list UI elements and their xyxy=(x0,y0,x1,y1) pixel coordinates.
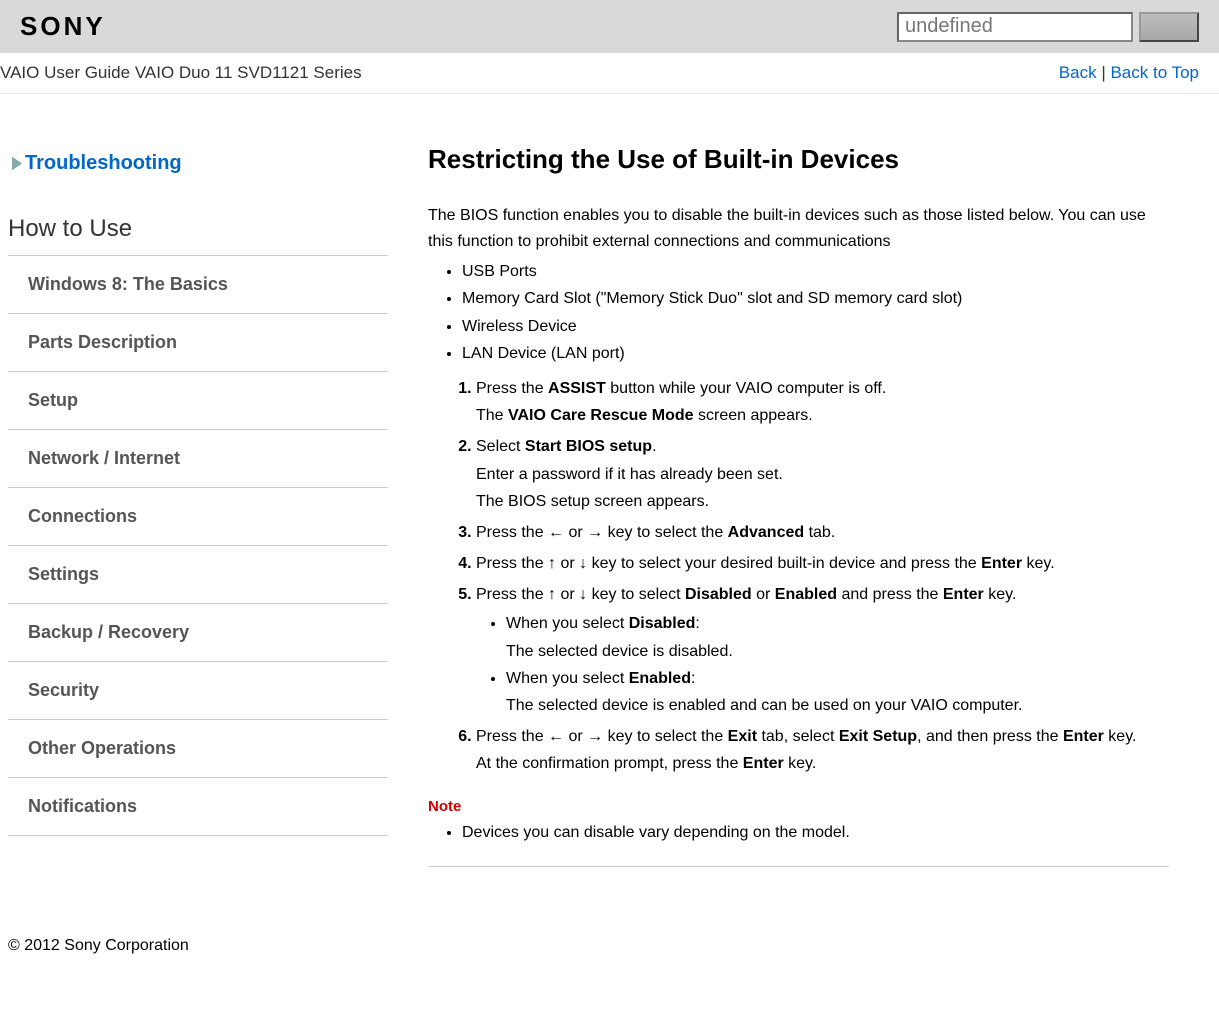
page-nav-links: Back | Back to Top xyxy=(1059,63,1199,83)
arrow-left-icon: ← xyxy=(548,524,564,541)
step-1: Press the ASSIST button while your VAIO … xyxy=(476,375,1169,429)
page-title: Restricting the Use of Built-in Devices xyxy=(428,144,1169,175)
device-item: Wireless Device xyxy=(462,313,1169,340)
sidebar-item-security[interactable]: Security xyxy=(8,662,388,719)
arrow-right-icon: → xyxy=(587,524,603,541)
breadcrumb-model: VAIO Duo 11 SVD1121 Series xyxy=(135,63,362,82)
sidebar: Troubleshooting How to Use Windows 8: Th… xyxy=(8,134,388,907)
sidebar-item-windows8[interactable]: Windows 8: The Basics xyxy=(8,256,388,313)
arrow-up-icon: ↑ xyxy=(548,555,556,572)
search-button[interactable] xyxy=(1139,12,1199,42)
sidebar-item-parts[interactable]: Parts Description xyxy=(8,314,388,371)
device-item: LAN Device (LAN port) xyxy=(462,340,1169,367)
sidebar-item-notifications[interactable]: Notifications xyxy=(8,778,388,835)
step-2: Select Start BIOS setup. Enter a passwor… xyxy=(476,433,1169,515)
device-list: USB Ports Memory Card Slot ("Memory Stic… xyxy=(428,258,1169,367)
step-5: Press the ↑ or ↓ key to select Disabled … xyxy=(476,581,1169,719)
back-link[interactable]: Back xyxy=(1059,63,1097,82)
breadcrumb-guide: VAIO User Guide xyxy=(0,63,130,82)
arrow-down-icon: ↓ xyxy=(579,555,587,572)
step-4: Press the ↑ or ↓ key to select your desi… xyxy=(476,550,1169,577)
header-bar: SONY xyxy=(0,0,1219,53)
note-list: Devices you can disable vary depending o… xyxy=(428,819,1169,846)
footer: © 2012 Sony Corporation xyxy=(0,927,1219,985)
breadcrumb-bar: VAIO User Guide VAIO Duo 11 SVD1121 Seri… xyxy=(0,53,1219,94)
troubleshooting-link[interactable]: Troubleshooting xyxy=(8,144,388,195)
arrow-down-icon: ↓ xyxy=(579,586,587,603)
sidebar-item-network[interactable]: Network / Internet xyxy=(8,430,388,487)
sidebar-item-setup[interactable]: Setup xyxy=(8,372,388,429)
note-label: Note xyxy=(428,798,1169,815)
breadcrumb: VAIO User Guide VAIO Duo 11 SVD1121 Seri… xyxy=(0,63,362,83)
step-5-sub-enabled: When you select Enabled: The selected de… xyxy=(506,665,1169,719)
sidebar-item-settings[interactable]: Settings xyxy=(8,546,388,603)
step-6: Press the ← or → key to select the Exit … xyxy=(476,723,1169,777)
sidebar-item-other[interactable]: Other Operations xyxy=(8,720,388,777)
step-3: Press the ← or → key to select the Advan… xyxy=(476,519,1169,546)
sidebar-item-backup[interactable]: Backup / Recovery xyxy=(8,604,388,661)
separator xyxy=(428,866,1169,867)
device-item: Memory Card Slot ("Memory Stick Duo" slo… xyxy=(462,285,1169,312)
sidebar-nav-list: Windows 8: The Basics Parts Description … xyxy=(8,255,388,836)
steps-list: Press the ASSIST button while your VAIO … xyxy=(428,375,1169,778)
note-item: Devices you can disable vary depending o… xyxy=(462,819,1169,846)
sidebar-item-connections[interactable]: Connections xyxy=(8,488,388,545)
brand-logo: SONY xyxy=(20,11,106,42)
troubleshooting-label: Troubleshooting xyxy=(25,152,182,175)
copyright: © 2012 Sony Corporation xyxy=(8,937,189,954)
search-input[interactable] xyxy=(897,12,1133,42)
back-to-top-link[interactable]: Back to Top xyxy=(1110,63,1199,82)
chevron-right-icon xyxy=(12,157,22,171)
article-intro: The BIOS function enables you to disable… xyxy=(428,203,1169,254)
sidebar-section-heading: How to Use xyxy=(8,195,388,255)
arrow-left-icon: ← xyxy=(548,728,564,745)
search-area xyxy=(897,12,1199,42)
arrow-up-icon: ↑ xyxy=(548,586,556,603)
arrow-right-icon: → xyxy=(587,728,603,745)
content-wrapper: Troubleshooting How to Use Windows 8: Th… xyxy=(0,94,1219,927)
step-5-sublist: When you select Disabled: The selected d… xyxy=(476,610,1169,719)
device-item: USB Ports xyxy=(462,258,1169,285)
step-5-sub-disabled: When you select Disabled: The selected d… xyxy=(506,610,1169,664)
main-article: Restricting the Use of Built-in Devices … xyxy=(388,134,1199,907)
